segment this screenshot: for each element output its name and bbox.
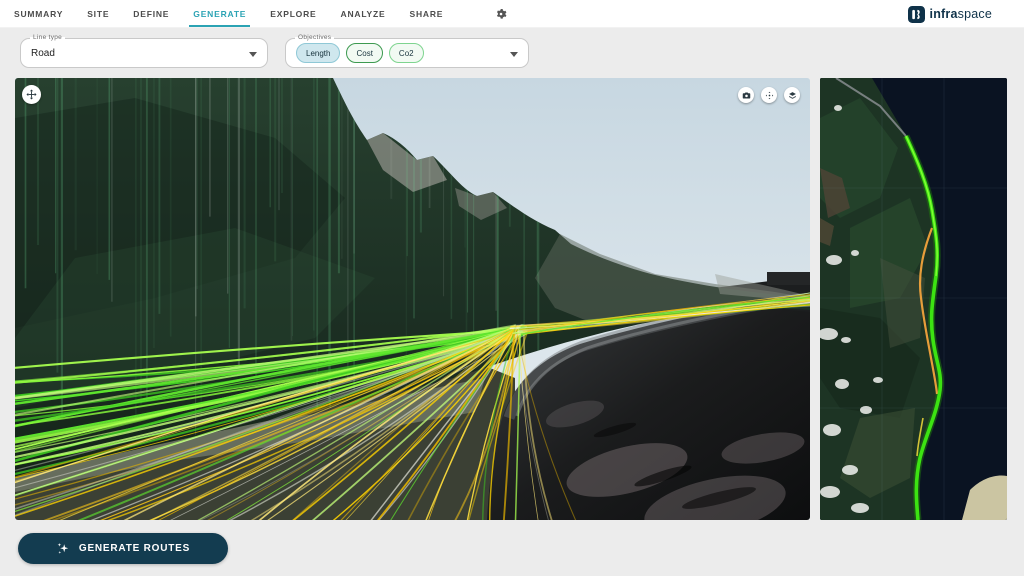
tab-label: SITE bbox=[87, 9, 109, 19]
terrain-3d-viewport[interactable] bbox=[15, 78, 810, 520]
minimap-scene bbox=[820, 78, 1007, 520]
tab-generate[interactable]: GENERATE bbox=[193, 0, 246, 27]
objectives-label: Objectives bbox=[295, 34, 334, 41]
objective-chip-cost[interactable]: Cost bbox=[346, 43, 382, 63]
sparkles-icon bbox=[56, 542, 70, 556]
tab-label: SUMMARY bbox=[14, 9, 63, 19]
brand-logo: infraspace bbox=[908, 0, 992, 28]
tab-label: SHARE bbox=[409, 9, 443, 19]
brand-name-bold: infra bbox=[930, 7, 958, 21]
infraspace-logo-icon bbox=[908, 6, 925, 23]
generate-routes-button[interactable]: GENERATE ROUTES bbox=[18, 533, 228, 564]
line-type-label: Line type bbox=[30, 34, 65, 41]
brand-name: infraspace bbox=[930, 7, 992, 21]
brand-name-light: space bbox=[958, 7, 992, 21]
objective-chip-co2[interactable]: Co2 bbox=[389, 43, 424, 63]
tab-label: ANALYZE bbox=[341, 9, 386, 19]
tab-label: EXPLORE bbox=[270, 9, 316, 19]
pan-move-icon[interactable] bbox=[22, 85, 41, 104]
objectives-select[interactable]: Objectives Length Cost Co2 bbox=[285, 38, 529, 68]
tab-site[interactable]: SITE bbox=[87, 0, 109, 27]
overview-minimap[interactable] bbox=[820, 78, 1007, 520]
line-type-value: Road bbox=[31, 48, 55, 59]
chevron-down-icon bbox=[249, 52, 257, 57]
layers-icon[interactable] bbox=[784, 87, 800, 103]
nav-tabs: SUMMARY SITE DEFINE GENERATE EXPLORE ANA… bbox=[0, 0, 507, 27]
tab-explore[interactable]: EXPLORE bbox=[270, 0, 316, 27]
tab-define[interactable]: DEFINE bbox=[133, 0, 169, 27]
tab-summary[interactable]: SUMMARY bbox=[14, 0, 63, 27]
chevron-down-icon bbox=[510, 52, 518, 57]
tab-analyze[interactable]: ANALYZE bbox=[341, 0, 386, 27]
tab-label: GENERATE bbox=[193, 9, 246, 19]
top-navbar: SUMMARY SITE DEFINE GENERATE EXPLORE ANA… bbox=[0, 0, 1024, 28]
settings-gear-icon[interactable] bbox=[495, 8, 507, 20]
objective-chip-length[interactable]: Length bbox=[296, 43, 340, 63]
generate-routes-label: GENERATE ROUTES bbox=[79, 543, 190, 554]
terrain-3d-scene bbox=[15, 78, 810, 520]
camera-icon[interactable] bbox=[738, 87, 754, 103]
tab-share[interactable]: SHARE bbox=[409, 0, 443, 27]
line-type-select[interactable]: Line type Road bbox=[20, 38, 268, 68]
tab-label: DEFINE bbox=[133, 9, 169, 19]
center-view-icon[interactable] bbox=[761, 87, 777, 103]
